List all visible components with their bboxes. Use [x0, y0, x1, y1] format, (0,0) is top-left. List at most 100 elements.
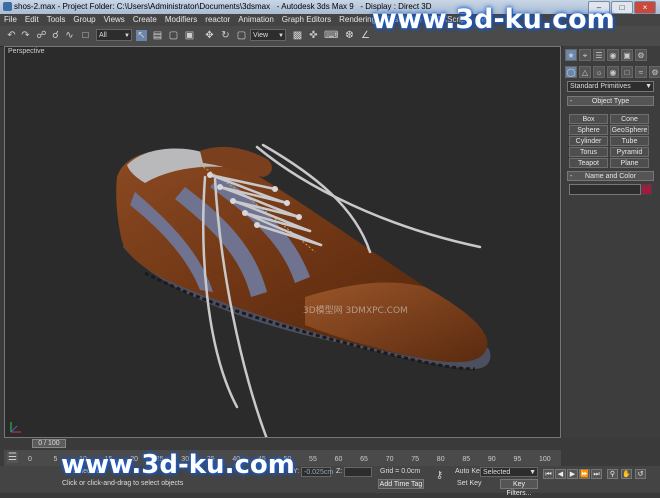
systems-icon[interactable]: ⚙ [649, 66, 660, 78]
redo-icon[interactable]: ↷ [20, 30, 31, 41]
angle-snap-icon[interactable]: ∠ [360, 30, 371, 41]
watermark-bottom: www.3d-ku.com [61, 450, 295, 480]
move-icon[interactable]: ✥ [204, 30, 215, 41]
key-filters-button[interactable]: Key Filters... [500, 479, 538, 497]
tube-button[interactable]: Tube [610, 136, 649, 146]
manipulate-icon[interactable]: ✜ [308, 30, 319, 41]
collapse-icon: - [570, 173, 573, 180]
key-mode-value: Selected [483, 469, 511, 476]
go-to-start-icon[interactable]: ⏮ [543, 469, 554, 479]
menu-group[interactable]: Group [69, 14, 99, 26]
link-icon[interactable]: ☍ [36, 30, 47, 41]
scale-icon[interactable]: ▢ [236, 30, 247, 41]
modify-tab-icon[interactable]: ⌖ [579, 49, 591, 61]
timeline-tick-label: 75 [411, 456, 420, 463]
name-color-label: Name and Color [585, 173, 636, 180]
zoom-icon[interactable]: ⚲ [607, 469, 618, 479]
menu-edit[interactable]: Edit [21, 14, 43, 26]
display-tab-icon[interactable]: ▣ [621, 49, 633, 61]
timeline-tick-label: 70 [385, 456, 394, 463]
timeline-tick-label: 0 [28, 456, 32, 463]
reference-coord-dropdown[interactable]: View ▼ [250, 29, 286, 41]
time-slider[interactable]: 0 / 100 [4, 438, 561, 449]
previous-frame-icon[interactable]: ◀ [555, 469, 566, 479]
y-coordinate-field[interactable]: -0.025cm [301, 467, 333, 477]
rect-selection-icon[interactable]: ▢ [168, 30, 179, 41]
menu-create[interactable]: Create [129, 14, 161, 26]
menu-reactor[interactable]: reactor [201, 14, 234, 26]
selection-filter-value: All [99, 32, 107, 39]
rotate-icon[interactable]: ↻ [220, 30, 231, 41]
window-crossing-icon[interactable]: ▣ [184, 30, 195, 41]
select-object-icon[interactable]: □ [80, 30, 91, 41]
orbit-icon[interactable]: ↺ [635, 469, 646, 479]
go-to-end-icon[interactable]: ⏭ [591, 469, 602, 479]
key-mode-dropdown[interactable]: Selected ▼ [480, 467, 538, 477]
menu-animation[interactable]: Animation [234, 14, 278, 26]
object-name-input[interactable] [569, 184, 641, 195]
name-color-rollout[interactable]: - Name and Color [567, 171, 654, 181]
shapes-icon[interactable]: △ [579, 66, 591, 78]
watermark-top: www.3d-ku.com [372, 4, 615, 35]
motion-tab-icon[interactable]: ◉ [607, 49, 619, 61]
menu-file[interactable]: File [0, 14, 21, 26]
category-dropdown[interactable]: Standard Primitives ▼ [567, 81, 654, 92]
torus-button[interactable]: Torus [569, 147, 608, 157]
plane-button[interactable]: Plane [610, 158, 649, 168]
pan-icon[interactable]: ✋ [621, 469, 632, 479]
sphere-button[interactable]: Sphere [569, 125, 608, 135]
menu-modifiers[interactable]: Modifiers [161, 14, 201, 26]
play-icon[interactable]: ▶ [567, 469, 578, 479]
app-icon[interactable] [3, 2, 12, 11]
cone-button[interactable]: Cone [610, 114, 649, 124]
timeline-tick-label: 55 [309, 456, 317, 463]
geometry-icon[interactable]: ◯ [565, 66, 577, 78]
set-key-label[interactable]: Set Key [457, 480, 482, 487]
add-time-tag-button[interactable]: Add Time Tag [378, 479, 424, 489]
object-color-swatch[interactable] [641, 184, 652, 195]
close-button[interactable]: × [634, 1, 656, 14]
perspective-viewport[interactable]: Perspective 3D模型网 3DMXPC.COM [4, 46, 561, 438]
unlink-icon[interactable]: ☌ [50, 30, 61, 41]
create-tab-icon[interactable]: ★ [565, 49, 577, 61]
timeline-tick-label: 5 [53, 456, 58, 463]
cameras-icon[interactable]: ◉ [607, 66, 619, 78]
menu-views[interactable]: Views [100, 14, 129, 26]
menu-tools[interactable]: Tools [43, 14, 70, 26]
pyramid-button[interactable]: Pyramid [610, 147, 649, 157]
space-warps-icon[interactable]: ≈ [635, 66, 647, 78]
timeline-tick-label: 85 [462, 456, 471, 463]
collapse-icon: - [570, 98, 573, 105]
object-type-rollout[interactable]: - Object Type [567, 96, 654, 106]
selection-filter-dropdown[interactable]: All ▼ [96, 29, 132, 41]
teapot-button[interactable]: Teapot [569, 158, 608, 168]
pivot-center-icon[interactable]: ▩ [292, 30, 303, 41]
box-button[interactable]: Box [569, 114, 608, 124]
geosphere-button[interactable]: GeoSphere [610, 125, 649, 135]
helpers-icon[interactable]: □ [621, 66, 633, 78]
cylinder-button[interactable]: Cylinder [569, 136, 608, 146]
next-frame-icon[interactable]: ⏩ [579, 469, 590, 479]
axis-tripod-icon [10, 422, 21, 433]
select-by-name-icon[interactable]: ▤ [152, 30, 163, 41]
menu-graph-editors[interactable]: Graph Editors [278, 14, 335, 26]
snap-toggle-icon[interactable]: ❆ [344, 30, 355, 41]
window-title: shos-2.max - Project Folder: C:\Users\Ad… [14, 2, 432, 11]
chevron-down-icon: ▼ [529, 469, 536, 476]
undo-icon[interactable]: ↶ [6, 30, 17, 41]
bind-space-warp-icon[interactable]: ∿ [64, 30, 75, 41]
keyboard-shortcut-icon[interactable]: ⌨ [324, 30, 338, 41]
object-type-label: Object Type [591, 98, 630, 105]
time-slider-thumb[interactable]: 0 / 100 [32, 439, 66, 448]
select-pointer-icon[interactable]: ↖ [136, 30, 147, 41]
z-coordinate-field[interactable] [344, 467, 372, 477]
key-icon[interactable]: ⚷ [434, 470, 445, 481]
mini-curve-editor-icon[interactable]: ☰ [7, 452, 18, 463]
create-subtabs: ◯ △ ☼ ◉ □ ≈ ⚙ [565, 66, 660, 78]
hierarchy-tab-icon[interactable]: ☰ [593, 49, 605, 61]
timeline-tick-label: 65 [360, 456, 368, 463]
utilities-tab-icon[interactable]: ⚙ [635, 49, 647, 61]
lights-icon[interactable]: ☼ [593, 66, 605, 78]
reference-coord-value: View [253, 32, 269, 39]
timeline-tick-label: 60 [334, 456, 343, 463]
